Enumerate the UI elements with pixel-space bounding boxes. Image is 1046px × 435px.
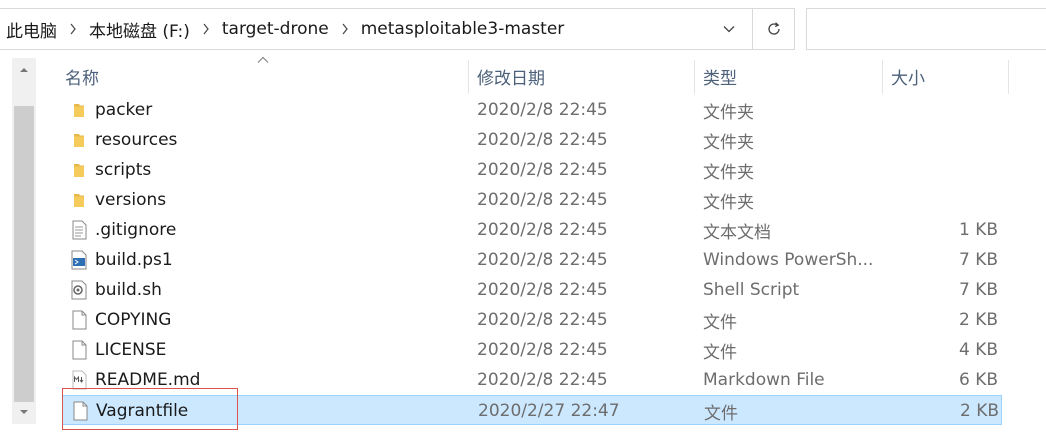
breadcrumb-item-target-drone[interactable]: target-drone xyxy=(216,19,335,39)
shell-script-icon xyxy=(68,275,90,305)
column-header-date[interactable]: 修改日期 xyxy=(477,58,545,94)
file-row[interactable]: scripts 2020/2/8 22:45 文件夹 xyxy=(62,155,1002,185)
chevron-right-icon[interactable] xyxy=(63,23,83,35)
search-input[interactable] xyxy=(806,8,1046,50)
breadcrumb: 此电脑 本地磁盘 (F:) target-drone metasploitabl… xyxy=(0,9,570,49)
file-type: 文件夹 xyxy=(703,192,754,213)
file-size: 4 KB xyxy=(958,340,998,360)
address-bar[interactable]: 此电脑 本地磁盘 (F:) target-drone metasploitabl… xyxy=(0,8,795,50)
file-type: Windows PowerSh... xyxy=(703,250,873,270)
breadcrumb-item-drive[interactable]: 本地磁盘 (F:) xyxy=(83,17,196,42)
file-size xyxy=(892,155,998,185)
file-modified-date: 2020/2/8 22:45 xyxy=(477,160,608,180)
folder-icon xyxy=(68,125,90,155)
file-modified-date: 2020/2/8 22:45 xyxy=(477,340,608,360)
scroll-down-button[interactable] xyxy=(12,400,36,424)
vertical-scrollbar[interactable] xyxy=(12,58,36,424)
file-row[interactable]: .gitignore 2020/2/8 22:45 文本文档 1 KB xyxy=(62,215,1002,245)
file-modified-date: 2020/2/27 22:47 xyxy=(478,401,620,421)
file-name: scripts xyxy=(95,160,152,180)
file-row[interactable]: resources 2020/2/8 22:45 文件夹 xyxy=(62,125,1002,155)
file-row[interactable]: LICENSE 2020/2/8 22:45 文件 4 KB xyxy=(62,335,1002,365)
caret-down-icon xyxy=(20,410,28,414)
file-size xyxy=(892,125,998,155)
file-size: 7 KB xyxy=(958,250,998,270)
column-header-name[interactable]: 名称 xyxy=(65,58,99,94)
file-name: LICENSE xyxy=(95,340,167,360)
file-row[interactable]: COPYING 2020/2/8 22:45 文件 2 KB xyxy=(62,305,1002,335)
file-row[interactable]: build.ps1 2020/2/8 22:45 Windows PowerSh… xyxy=(62,245,1002,275)
file-type: 文件夹 xyxy=(703,132,754,153)
file-name: packer xyxy=(95,100,153,120)
file-row[interactable]: build.sh 2020/2/8 22:45 Shell Script 7 K… xyxy=(62,275,1002,305)
file-row[interactable]: versions 2020/2/8 22:45 文件夹 xyxy=(62,185,1002,215)
file-size: 2 KB xyxy=(959,401,999,421)
file-modified-date: 2020/2/8 22:45 xyxy=(477,370,608,390)
column-divider[interactable] xyxy=(694,60,695,94)
file-type: Shell Script xyxy=(703,280,800,300)
file-modified-date: 2020/2/8 22:45 xyxy=(477,100,608,120)
text-file-icon xyxy=(68,215,90,245)
folder-icon xyxy=(68,185,90,215)
blank-file-icon xyxy=(68,305,90,335)
breadcrumb-item-this-pc[interactable]: 此电脑 xyxy=(0,17,63,42)
folder-icon xyxy=(68,155,90,185)
file-name: build.sh xyxy=(95,280,162,300)
column-divider[interactable] xyxy=(468,60,469,94)
chevron-right-icon[interactable] xyxy=(196,23,216,35)
file-name: resources xyxy=(95,130,178,150)
scrollbar-thumb[interactable] xyxy=(14,106,34,402)
refresh-icon xyxy=(767,22,780,35)
file-modified-date: 2020/2/8 22:45 xyxy=(477,310,608,330)
file-size: 2 KB xyxy=(958,310,998,330)
breadcrumb-item-current-folder[interactable]: metasploitable3-master xyxy=(355,19,571,39)
file-size: 6 KB xyxy=(958,370,998,390)
folder-icon xyxy=(68,95,90,125)
file-size xyxy=(892,95,998,125)
column-divider[interactable] xyxy=(1008,60,1009,94)
file-modified-date: 2020/2/8 22:45 xyxy=(477,220,608,240)
chevron-right-icon[interactable] xyxy=(335,23,355,35)
highlight-annotation-box xyxy=(62,388,238,430)
file-type: 文件夹 xyxy=(703,162,754,183)
file-row[interactable]: packer 2020/2/8 22:45 文件夹 xyxy=(62,95,1002,125)
column-divider[interactable] xyxy=(882,60,883,94)
address-history-dropdown[interactable] xyxy=(709,9,749,49)
file-name: versions xyxy=(95,190,167,210)
column-header-type[interactable]: 类型 xyxy=(703,58,737,94)
file-type: 文件夹 xyxy=(703,102,754,123)
file-name: .gitignore xyxy=(95,220,177,240)
column-header-size[interactable]: 大小 xyxy=(891,58,925,94)
file-size xyxy=(892,185,998,215)
file-modified-date: 2020/2/8 22:45 xyxy=(477,190,608,210)
file-name: build.ps1 xyxy=(95,250,173,270)
file-modified-date: 2020/2/8 22:45 xyxy=(477,250,608,270)
blank-file-icon xyxy=(68,335,90,365)
file-name: COPYING xyxy=(95,310,172,330)
status-bar xyxy=(0,430,1046,435)
file-type: 文本文档 xyxy=(703,222,771,243)
scroll-up-button[interactable] xyxy=(12,58,36,82)
sort-ascending-icon xyxy=(257,56,269,63)
refresh-button[interactable] xyxy=(752,9,794,49)
file-modified-date: 2020/2/8 22:45 xyxy=(477,130,608,150)
file-type: Markdown File xyxy=(703,370,825,390)
file-type: 文件 xyxy=(704,403,738,424)
powershell-file-icon xyxy=(68,245,90,275)
column-headers: 名称 修改日期 类型 大小 xyxy=(38,56,1046,94)
file-size: 1 KB xyxy=(958,220,998,240)
file-type: 文件 xyxy=(703,342,737,363)
file-type: 文件 xyxy=(703,312,737,333)
file-modified-date: 2020/2/8 22:45 xyxy=(477,280,608,300)
chevron-down-icon xyxy=(723,26,735,33)
caret-up-icon xyxy=(20,68,28,72)
file-size: 7 KB xyxy=(958,280,998,300)
